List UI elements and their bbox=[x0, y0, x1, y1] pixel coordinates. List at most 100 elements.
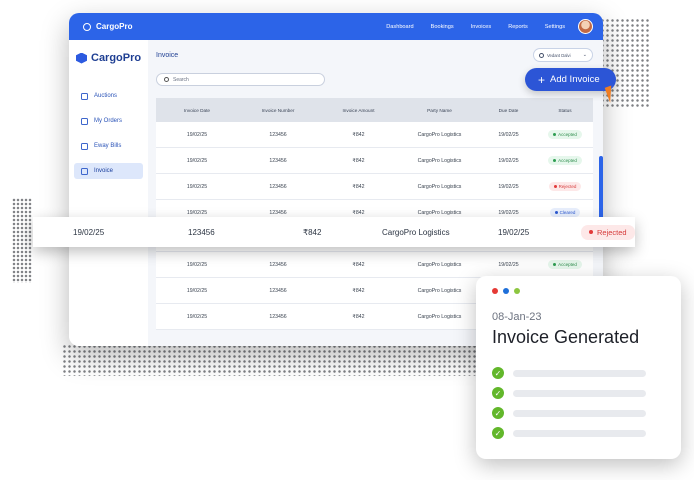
cell-invoice-amount: ₹842 bbox=[352, 157, 365, 164]
cell-party-name: CargoPro Logistics bbox=[417, 287, 462, 294]
cell-invoice-date: 19/02/25 bbox=[186, 157, 208, 164]
cell-invoice-number: 123456 bbox=[269, 287, 287, 294]
cell-due-date: 19/02/25 bbox=[498, 209, 519, 216]
cell-invoice-date: 19/02/25 bbox=[186, 183, 208, 190]
status-dot bbox=[554, 211, 558, 214]
table-row[interactable]: 19/02/25 123456 ₹842 CargoPro Logistics 19/0… bbox=[156, 148, 593, 174]
status-badge: Accepted bbox=[548, 156, 582, 165]
hammer-icon bbox=[81, 92, 88, 100]
table-header: Invoice Date Invoice Number Invoice Amou… bbox=[156, 98, 593, 122]
cell-invoice-amount: ₹842 bbox=[352, 313, 365, 320]
sidebar-item-invoice[interactable]: Invoice bbox=[74, 163, 143, 179]
check-circle-icon: ✓ bbox=[492, 367, 504, 379]
top-navbar: CargoPro Dashboard Bookings Invoices Rep… bbox=[69, 13, 603, 40]
placeholder-bar bbox=[513, 389, 646, 397]
invoice-icon bbox=[81, 167, 88, 175]
cell-invoice-date: 19/02/25 bbox=[186, 209, 208, 216]
cell-invoice-amount: ₹842 bbox=[352, 287, 365, 294]
status-label: Rejected bbox=[558, 184, 577, 189]
sidebar-item-auctions[interactable]: Auctions bbox=[74, 88, 143, 104]
nav-link-reports[interactable]: Reports bbox=[508, 24, 528, 30]
nav-link-bookings[interactable]: Bookings bbox=[431, 24, 454, 30]
status-dot bbox=[553, 159, 557, 162]
nav-link-settings[interactable]: Settings bbox=[545, 24, 565, 30]
search-input[interactable]: Search bbox=[156, 73, 325, 86]
cell-invoice-number: 123456 bbox=[269, 183, 287, 190]
nav-link-dashboard[interactable]: Dashboard bbox=[386, 24, 413, 30]
status-dot bbox=[553, 185, 557, 188]
column-header[interactable]: Party Name bbox=[399, 108, 480, 113]
status-badge: Rejected bbox=[581, 224, 635, 240]
cell-invoice-number: 123456 bbox=[269, 157, 287, 164]
cell-invoice-amount: ₹842 bbox=[352, 261, 365, 268]
column-header[interactable]: Invoice Number bbox=[238, 108, 318, 113]
cell-due-date: 19/02/25 bbox=[498, 157, 519, 164]
maximize-dot-icon bbox=[514, 288, 520, 294]
status-dot bbox=[589, 230, 593, 234]
cell-due-date: 19/02/25 bbox=[498, 131, 519, 138]
status-badge: Rejected bbox=[548, 182, 582, 191]
check-circle-icon: ✓ bbox=[492, 427, 504, 439]
placeholder-bar bbox=[513, 409, 646, 417]
search-placeholder: Search bbox=[173, 76, 189, 83]
row-due-date: 19/02/25 bbox=[498, 227, 530, 237]
window-controls bbox=[492, 288, 520, 294]
cell-due-date: 19/02/25 bbox=[498, 261, 519, 268]
sidebar-item-eway-bills[interactable]: Eway Bills bbox=[74, 138, 143, 154]
user-name: Vedant Dalvi bbox=[547, 52, 571, 58]
column-header[interactable]: Invoice Amount bbox=[318, 108, 399, 113]
nav-link-invoices[interactable]: Invoices bbox=[471, 24, 492, 30]
status-badge: Accepted bbox=[548, 130, 582, 139]
cell-status: Cleared bbox=[537, 208, 593, 217]
cell-status: Rejected bbox=[537, 182, 593, 191]
sidebar-brand-name: CargoPro bbox=[91, 52, 142, 64]
table-row[interactable]: 19/02/25 123456 ₹842 CargoPro Logistics 19/0… bbox=[156, 122, 593, 148]
cell-party-name: CargoPro Logistics bbox=[417, 131, 462, 138]
invoice-generated-card: 08-Jan-23 Invoice Generated ✓ ✓ ✓ ✓ bbox=[476, 276, 681, 459]
column-header[interactable]: Status bbox=[537, 108, 593, 113]
add-invoice-button[interactable]: + Add Invoice bbox=[525, 68, 616, 91]
add-invoice-label: Add Invoice bbox=[550, 74, 600, 85]
search-icon bbox=[164, 77, 169, 82]
chevron-down-icon: ⌄ bbox=[582, 52, 587, 58]
cell-party-name: CargoPro Logistics bbox=[417, 183, 462, 190]
checklist-item: ✓ bbox=[492, 403, 646, 423]
row-invoice-amount: ₹842 bbox=[303, 227, 322, 237]
cell-invoice-date: 19/02/25 bbox=[186, 287, 208, 294]
cell-due-date: 19/02/25 bbox=[498, 183, 519, 190]
user-icon bbox=[539, 52, 544, 58]
row-invoice-number: 123456 bbox=[188, 227, 215, 237]
status-label: Accepted bbox=[558, 132, 577, 137]
nav-links: Dashboard Bookings Invoices Reports Sett… bbox=[386, 24, 565, 30]
cell-invoice-amount: ₹842 bbox=[352, 183, 365, 190]
status-dot bbox=[553, 133, 557, 136]
cell-party-name: CargoPro Logistics bbox=[417, 261, 462, 268]
cell-invoice-number: 123456 bbox=[269, 313, 287, 320]
sidebar: CargoPro Auctions My Orders Eway Bills I… bbox=[69, 40, 148, 346]
highlighted-table-row[interactable]: 19/02/25 123456 ₹842 CargoPro Logistics … bbox=[33, 217, 635, 247]
cell-invoice-number: 123456 bbox=[269, 209, 287, 216]
avatar[interactable] bbox=[578, 19, 593, 34]
sidebar-brand: CargoPro bbox=[69, 40, 148, 64]
placeholder-bar bbox=[513, 369, 646, 377]
status-badge: Cleared bbox=[549, 208, 581, 217]
placeholder-bar bbox=[513, 429, 646, 437]
status-badge: Accepted bbox=[548, 260, 582, 269]
status-label: Cleared bbox=[559, 210, 576, 215]
column-header[interactable]: Invoice Date bbox=[156, 108, 238, 113]
sidebar-item-label: My Orders bbox=[94, 118, 123, 124]
table-row[interactable]: 19/02/25 123456 ₹842 CargoPro Logistics 19/0… bbox=[156, 174, 593, 200]
row-party-name: CargoPro Logistics bbox=[382, 227, 450, 237]
column-header[interactable]: Due Date bbox=[480, 108, 537, 113]
checklist-item: ✓ bbox=[492, 363, 646, 383]
topbar-brand[interactable]: CargoPro bbox=[83, 22, 132, 31]
page-title: Invoice bbox=[156, 52, 179, 59]
cube-logo-icon bbox=[76, 52, 87, 64]
cell-party-name: CargoPro Logistics bbox=[417, 209, 462, 216]
cell-status: Accepted bbox=[537, 260, 593, 269]
checklist-item: ✓ bbox=[492, 383, 646, 403]
sidebar-item-my-orders[interactable]: My Orders bbox=[74, 113, 143, 129]
brand-logo-icon bbox=[83, 22, 91, 31]
table-row[interactable]: 19/02/25 123456 ₹842 CargoPro Logistics 19/0… bbox=[156, 252, 593, 278]
user-dropdown[interactable]: Vedant Dalvi ⌄ bbox=[533, 48, 593, 62]
